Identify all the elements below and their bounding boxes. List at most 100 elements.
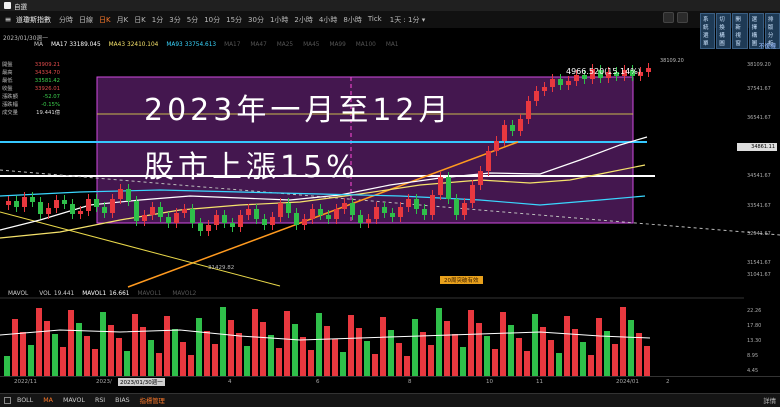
candle-body	[6, 201, 11, 205]
overlay-title: 2023年一月至12月	[144, 93, 453, 128]
candle-body	[262, 219, 267, 225]
candle-body	[206, 225, 211, 231]
tab-selector-icon[interactable]	[4, 397, 11, 404]
price-tick: 33541.67	[747, 203, 771, 209]
time-axis: 2022/11 2023/2023/01/30週一 4 6 8 10 11 2024/01 2	[0, 376, 780, 386]
price-tick: 37541.67	[747, 86, 771, 92]
volume-bar	[572, 329, 578, 376]
volume-legend-label: VOL	[39, 291, 51, 297]
candle-body	[310, 209, 315, 219]
volume-legend-item[interactable]: MAVOL1	[137, 291, 164, 297]
candle-body	[334, 209, 339, 219]
candle-body	[158, 207, 163, 217]
candle-body	[350, 203, 355, 215]
indicator-tab[interactable]: 指標管理	[140, 396, 165, 405]
time-tick: 2022/11	[14, 379, 37, 385]
candle-body	[494, 141, 499, 151]
candle-body	[54, 200, 59, 208]
volume-bar	[140, 327, 146, 376]
detail-link[interactable]: 詳情	[763, 396, 776, 405]
volume-legend-item[interactable]: MAVOL2	[172, 291, 199, 297]
volume-bar	[196, 318, 202, 376]
volume-bar	[180, 342, 186, 376]
volume-tick: 13.30	[747, 338, 762, 344]
candle-body	[326, 215, 331, 219]
volume-bar	[308, 350, 314, 376]
volume-bar	[540, 327, 546, 376]
candle-body	[550, 79, 555, 87]
info-label: 漲跌幅	[2, 102, 18, 108]
candle-body	[438, 177, 443, 195]
volume-bar	[364, 341, 370, 376]
time-tick: 2024/01	[616, 379, 639, 385]
volume-legend-item[interactable]: VOL 19.441	[39, 291, 74, 297]
cursor-date-label: 2023/01/30週一	[118, 378, 165, 386]
candle-body	[126, 189, 131, 201]
volume-bar	[236, 333, 242, 376]
candle-body	[318, 209, 323, 215]
volume-bar	[260, 322, 266, 376]
volume-bar	[244, 346, 250, 376]
candle-body	[182, 209, 187, 213]
candle-body	[86, 199, 91, 211]
volume-bar	[428, 345, 434, 376]
volume-bar	[60, 347, 66, 376]
volume-legend-item[interactable]: MAVOL	[8, 291, 31, 297]
volume-bar	[348, 315, 354, 376]
gain-annotation: 4966.520(15.14%)	[566, 67, 641, 76]
volume-bar	[380, 317, 386, 376]
indicator-tab[interactable]: BOLL	[17, 397, 33, 404]
volume-bar	[452, 334, 458, 376]
volume-bar	[300, 337, 306, 376]
volume-bar	[476, 323, 482, 376]
volume-bar	[92, 349, 98, 376]
volume-bar	[12, 319, 18, 376]
volume-bar	[220, 307, 226, 376]
candle-body	[510, 125, 515, 131]
candle-body	[102, 207, 107, 213]
candle-body	[254, 209, 259, 219]
candle-body	[478, 171, 483, 185]
high-marker: 38109.20	[660, 58, 684, 64]
volume-legend-value: 19.441	[53, 291, 75, 297]
volume-bar	[484, 336, 490, 376]
candle-body	[406, 199, 411, 207]
info-value: 19.441億	[36, 110, 60, 116]
volume-bar	[612, 344, 618, 376]
candle-body	[94, 199, 99, 207]
volume-bar	[68, 310, 74, 376]
volume-legend-item[interactable]: MAVOL1 16.661	[82, 291, 129, 297]
low-marker: 31429.82	[208, 265, 235, 271]
indicator-tab[interactable]: MA	[43, 397, 53, 404]
candle-body	[110, 199, 115, 213]
trading-app: 自選 ≡ 道瓊斯指數 分時 日線 日K 月K 日K 1分 3分 5分 10分 15分 30分 1小時 2…	[0, 0, 780, 407]
volume-tick: 8.95	[747, 353, 759, 359]
volume-tick: 22.26	[747, 308, 762, 314]
indicator-tab[interactable]: RSI	[95, 397, 105, 404]
candle-body	[374, 207, 379, 219]
indicator-tab[interactable]: MAVOL	[63, 397, 85, 404]
candle-body	[14, 201, 19, 207]
candle-body	[534, 91, 539, 101]
volume-bar	[372, 354, 378, 376]
candle-body	[358, 215, 363, 223]
volume-bar	[148, 340, 154, 376]
candle-body	[518, 119, 523, 131]
candle-body	[238, 215, 243, 227]
volume-axis: 22.26 17.80 13.30 8.95 4.45	[744, 300, 780, 376]
volume-bar	[420, 332, 426, 376]
candle-body	[462, 203, 467, 215]
volume-bar	[28, 345, 34, 376]
candle-body	[278, 203, 283, 217]
indicator-tab[interactable]: BIAS	[115, 397, 129, 404]
volume-bar	[100, 312, 106, 376]
volume-legend-label: MAVOL1	[137, 291, 162, 297]
volume-tick: 17.80	[747, 323, 762, 329]
price-axis: 38109.2037541.6736541.6735541.6734541.67…	[744, 40, 780, 286]
volume-bar	[460, 347, 466, 376]
volume-bar	[492, 349, 498, 376]
volume-legend-label: MAVOL	[8, 291, 29, 297]
candle-body	[30, 197, 35, 202]
volume-bar	[596, 318, 602, 376]
volume-bar	[396, 343, 402, 376]
